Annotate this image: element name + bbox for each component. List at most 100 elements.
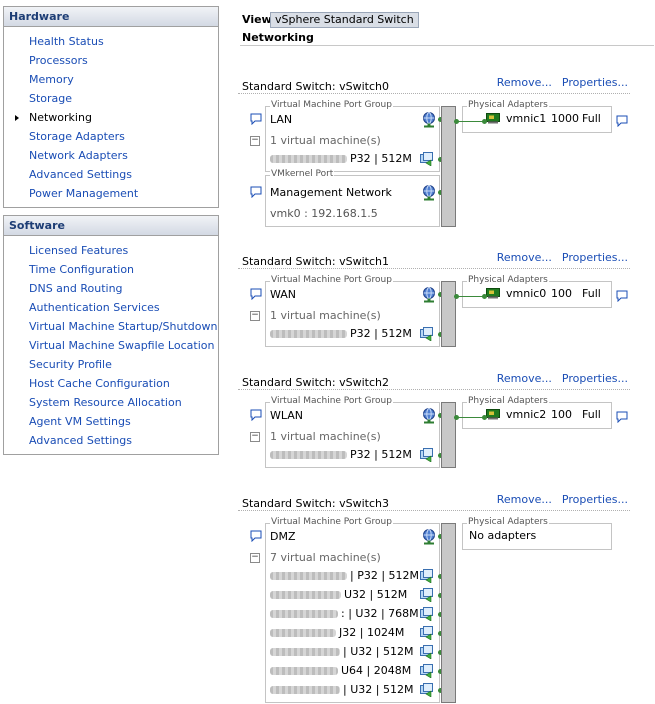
vm-count: 7 virtual machine(s) [270, 551, 381, 564]
view-selector[interactable]: vSphere Standard Switch [270, 12, 419, 28]
port-group-name: WLAN [270, 409, 304, 422]
physical-adapters-label: Physical Adapters [467, 100, 549, 111]
port-group-info-icon[interactable] [250, 186, 262, 199]
vm-spec: P32 | 512M [350, 152, 412, 165]
hardware-item-advanced-settings[interactable]: Advanced Settings [4, 165, 218, 184]
properties-link[interactable]: Properties... [562, 372, 628, 385]
switch-actions: Remove... Properties... [487, 372, 628, 385]
vm-count: 1 virtual machine(s) [270, 309, 381, 322]
collapse-toggle[interactable]: − [250, 311, 260, 321]
connector-dot [482, 294, 487, 299]
software-item-advanced-settings[interactable]: Advanced Settings [4, 431, 218, 450]
adapter-info-icon[interactable] [616, 115, 628, 128]
virtual-machine-icon[interactable] [420, 448, 434, 463]
vm-spec: P32 | 512M [350, 327, 412, 340]
vm-entry[interactable]: U64 | 2048M [270, 663, 435, 679]
collapse-toggle[interactable]: − [250, 553, 260, 563]
page-title: Networking [242, 31, 314, 44]
vm-entry[interactable]: P32 | 512M [270, 447, 435, 463]
switch-title: Standard Switch: vSwitch1 [242, 255, 389, 268]
hardware-list: Health Status Processors Memory Storage Netw… [4, 27, 218, 207]
port-group-info-icon[interactable] [250, 113, 262, 126]
connector-dot [454, 415, 459, 420]
port-group-info-icon[interactable] [250, 288, 262, 301]
port-group-info-icon[interactable] [250, 530, 262, 543]
properties-link[interactable]: Properties... [562, 251, 628, 264]
software-item-host-cache-configuration[interactable]: Host Cache Configuration [4, 374, 218, 393]
vm-entry[interactable]: J32 | 1024M [270, 625, 435, 641]
software-item-agent-vm-settings[interactable]: Agent VM Settings [4, 412, 218, 431]
vm-entry[interactable]: U32 | 512M [270, 587, 435, 603]
vm-count: 1 virtual machine(s) [270, 430, 381, 443]
vm-entry[interactable]: : | U32 | 768M [270, 606, 435, 622]
vm-port-group: Virtual Machine Port Group DMZ −7 virtual … [250, 517, 440, 703]
virtual-machine-icon[interactable] [420, 626, 434, 641]
switch-divider [238, 389, 630, 390]
hardware-item-storage[interactable]: Storage [4, 89, 218, 108]
software-item-licensed-features[interactable]: Licensed Features [4, 241, 218, 260]
remove-link[interactable]: Remove... [497, 493, 552, 506]
switch-divider [238, 93, 630, 94]
port-group-name: WAN [270, 288, 297, 301]
switch-bar [441, 281, 456, 347]
virtual-machine-icon[interactable] [420, 588, 434, 603]
switch-bar [441, 106, 456, 227]
software-item-security-profile[interactable]: Security Profile [4, 355, 218, 374]
adapter-name: vmnic2 [506, 408, 547, 421]
vmkernel-port: VMkernel Port Management Network vmk0 : 19… [250, 169, 440, 227]
hardware-item-networking[interactable]: Networking [4, 108, 218, 127]
hardware-item-power-management[interactable]: Power Management [4, 184, 218, 203]
remove-link[interactable]: Remove... [497, 251, 552, 264]
remove-link[interactable]: Remove... [497, 372, 552, 385]
adapter-duplex: Full [582, 287, 601, 300]
vm-entry[interactable]: P32 | 512M [270, 326, 435, 342]
virtual-machine-icon[interactable] [420, 683, 434, 698]
adapter-name: vmnic0 [506, 287, 547, 300]
adapter-duplex: Full [582, 408, 601, 421]
redacted-vm-name [270, 155, 347, 163]
vm-entry[interactable]: | P32 | 512M [270, 568, 435, 584]
vm-entry[interactable]: P32 | 512M [270, 151, 435, 167]
remove-link[interactable]: Remove... [497, 76, 552, 89]
hardware-header: Hardware [4, 7, 218, 27]
adapter-speed: 100 [551, 287, 572, 300]
virtual-machine-icon[interactable] [420, 327, 434, 342]
virtual-machine-icon[interactable] [420, 607, 434, 622]
virtual-machine-icon[interactable] [420, 569, 434, 584]
properties-link[interactable]: Properties... [562, 76, 628, 89]
software-item-system-resource-allocation[interactable]: System Resource Allocation [4, 393, 218, 412]
connector-dot [482, 415, 487, 420]
software-item-virtual-machine-swapfile-location[interactable]: Virtual Machine Swapfile Location [4, 336, 218, 355]
hardware-item-storage-adapters[interactable]: Storage Adapters [4, 127, 218, 146]
virtual-machine-icon[interactable] [420, 664, 434, 679]
adapter-info-icon[interactable] [616, 411, 628, 424]
adapter-info-icon[interactable] [616, 290, 628, 303]
network-globe-icon [422, 408, 436, 424]
virtual-machine-icon[interactable] [420, 152, 434, 167]
network-adapter-icon [486, 113, 500, 124]
software-item-virtual-machine-startup-shutdown[interactable]: Virtual Machine Startup/Shutdown [4, 317, 218, 336]
redacted-vm-name [270, 610, 338, 618]
hardware-item-memory[interactable]: Memory [4, 70, 218, 89]
vm-spec: | U32 | 512M [343, 683, 414, 696]
port-group-info-icon[interactable] [250, 409, 262, 422]
vm-entry[interactable]: | U32 | 512M [270, 644, 435, 660]
title-divider [240, 45, 654, 46]
properties-link[interactable]: Properties... [562, 493, 628, 506]
hardware-panel: Hardware Health Status Processors Memory St… [3, 6, 219, 208]
hardware-item-network-adapters[interactable]: Network Adapters [4, 146, 218, 165]
collapse-toggle[interactable]: − [250, 432, 260, 442]
connector-dot [482, 119, 487, 124]
software-item-time-configuration[interactable]: Time Configuration [4, 260, 218, 279]
virtual-machine-icon[interactable] [420, 645, 434, 660]
collapse-toggle[interactable]: − [250, 136, 260, 146]
hardware-item-processors[interactable]: Processors [4, 51, 218, 70]
physical-adapters-label: Physical Adapters [467, 396, 549, 407]
switch-bar [441, 523, 456, 703]
software-item-dns-and-routing[interactable]: DNS and Routing [4, 279, 218, 298]
switch-actions: Remove... Properties... [487, 76, 628, 89]
vm-spec: | P32 | 512M [350, 569, 420, 582]
software-item-authentication-services[interactable]: Authentication Services [4, 298, 218, 317]
vm-entry[interactable]: | U32 | 512M [270, 682, 435, 698]
hardware-item-health-status[interactable]: Health Status [4, 32, 218, 51]
